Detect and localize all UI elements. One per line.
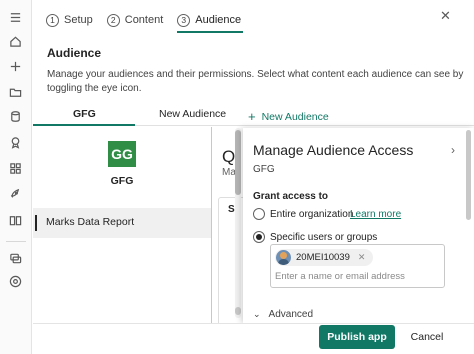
preview-card-title: S [228,204,235,215]
step-setup[interactable]: 1 Setup [46,13,93,27]
publish-app-button[interactable]: Publish app [319,325,395,349]
apps-icon[interactable] [8,161,22,175]
create-icon[interactable] [8,59,22,73]
panel-title: Manage Audience Access [253,142,414,158]
user-chip: 20MEI10039 ✕ [275,249,374,266]
audience-navigation: GG GFG Marks Data Report [33,127,211,327]
onelake-icon[interactable] [8,274,22,288]
user-chip-label: 20MEI10039 [296,252,350,263]
step-label: Audience [195,14,242,26]
add-audience-label: New Audience [261,111,329,123]
folder-icon[interactable] [8,85,22,99]
tab-gfg[interactable]: GFG [73,108,96,120]
selected-indicator [35,215,37,231]
audience-name: GFG [110,175,134,187]
chevron-down-icon: ⌄ [253,309,261,319]
preview-subtitle: Ma [222,167,236,178]
close-icon[interactable]: ✕ [440,8,451,24]
radio-label-specific-users: Specific users or groups [270,232,378,243]
add-audience-button[interactable]: + New Audience [248,108,329,124]
panel-scrollbar[interactable] [466,130,471,220]
app-logo: GG [108,141,136,167]
preview-title: Q [222,147,236,166]
step-number: 1 [46,13,59,27]
grant-access-heading: Grant access to [253,191,329,202]
audience-tabs: GFG New Audience + New Audience [33,104,474,126]
home-icon[interactable] [8,34,22,48]
radio-specific-users[interactable] [253,231,265,243]
deploy-icon[interactable] [8,187,22,201]
goals-icon[interactable] [8,135,22,149]
page-description: Manage your audiences and their permissi… [47,69,464,94]
people-search-input[interactable] [275,271,435,282]
page-title: Audience [47,46,102,60]
menu-icon[interactable] [8,10,22,24]
wizard-steps: 1 Setup 2 Content 3 Audience [46,11,255,33]
learn-icon[interactable] [8,213,22,227]
chevron-right-icon[interactable]: › [451,143,455,157]
step-label: Content [124,14,164,26]
plus-icon: + [248,109,256,124]
content-item-label: Marks Data Report [46,216,135,228]
manage-audience-access-panel: Manage Audience Access › GFG Grant acces… [243,128,474,323]
step-audience[interactable]: 3 Audience [177,13,244,33]
preview-scrollbar-bottom[interactable] [235,307,241,315]
left-nav-rail [0,0,32,354]
cancel-button[interactable]: Cancel [404,325,450,349]
remove-user-icon[interactable]: ✕ [358,252,366,263]
step-number: 2 [106,13,120,27]
database-icon[interactable] [8,109,22,123]
advanced-section[interactable]: ⌄ Advanced [253,309,313,320]
radio-entire-organization[interactable] [253,208,265,220]
workspaces-icon[interactable] [8,251,22,265]
avatar [276,250,291,265]
step-number: 3 [177,13,191,27]
learn-more-link[interactable]: Learn more [350,209,401,220]
active-tab-indicator [33,124,135,126]
tab-new-audience[interactable]: New Audience [159,108,226,120]
step-content[interactable]: 2 Content [106,13,164,27]
panel-subtitle: GFG [253,164,275,175]
step-label: Setup [64,14,93,26]
advanced-label: Advanced [268,309,314,320]
radio-label-entire-organization: Entire organization [270,209,354,220]
preview-scrollbar-thumb[interactable] [235,130,241,195]
rail-divider [6,241,26,242]
people-picker[interactable]: 20MEI10039 ✕ [270,244,445,288]
